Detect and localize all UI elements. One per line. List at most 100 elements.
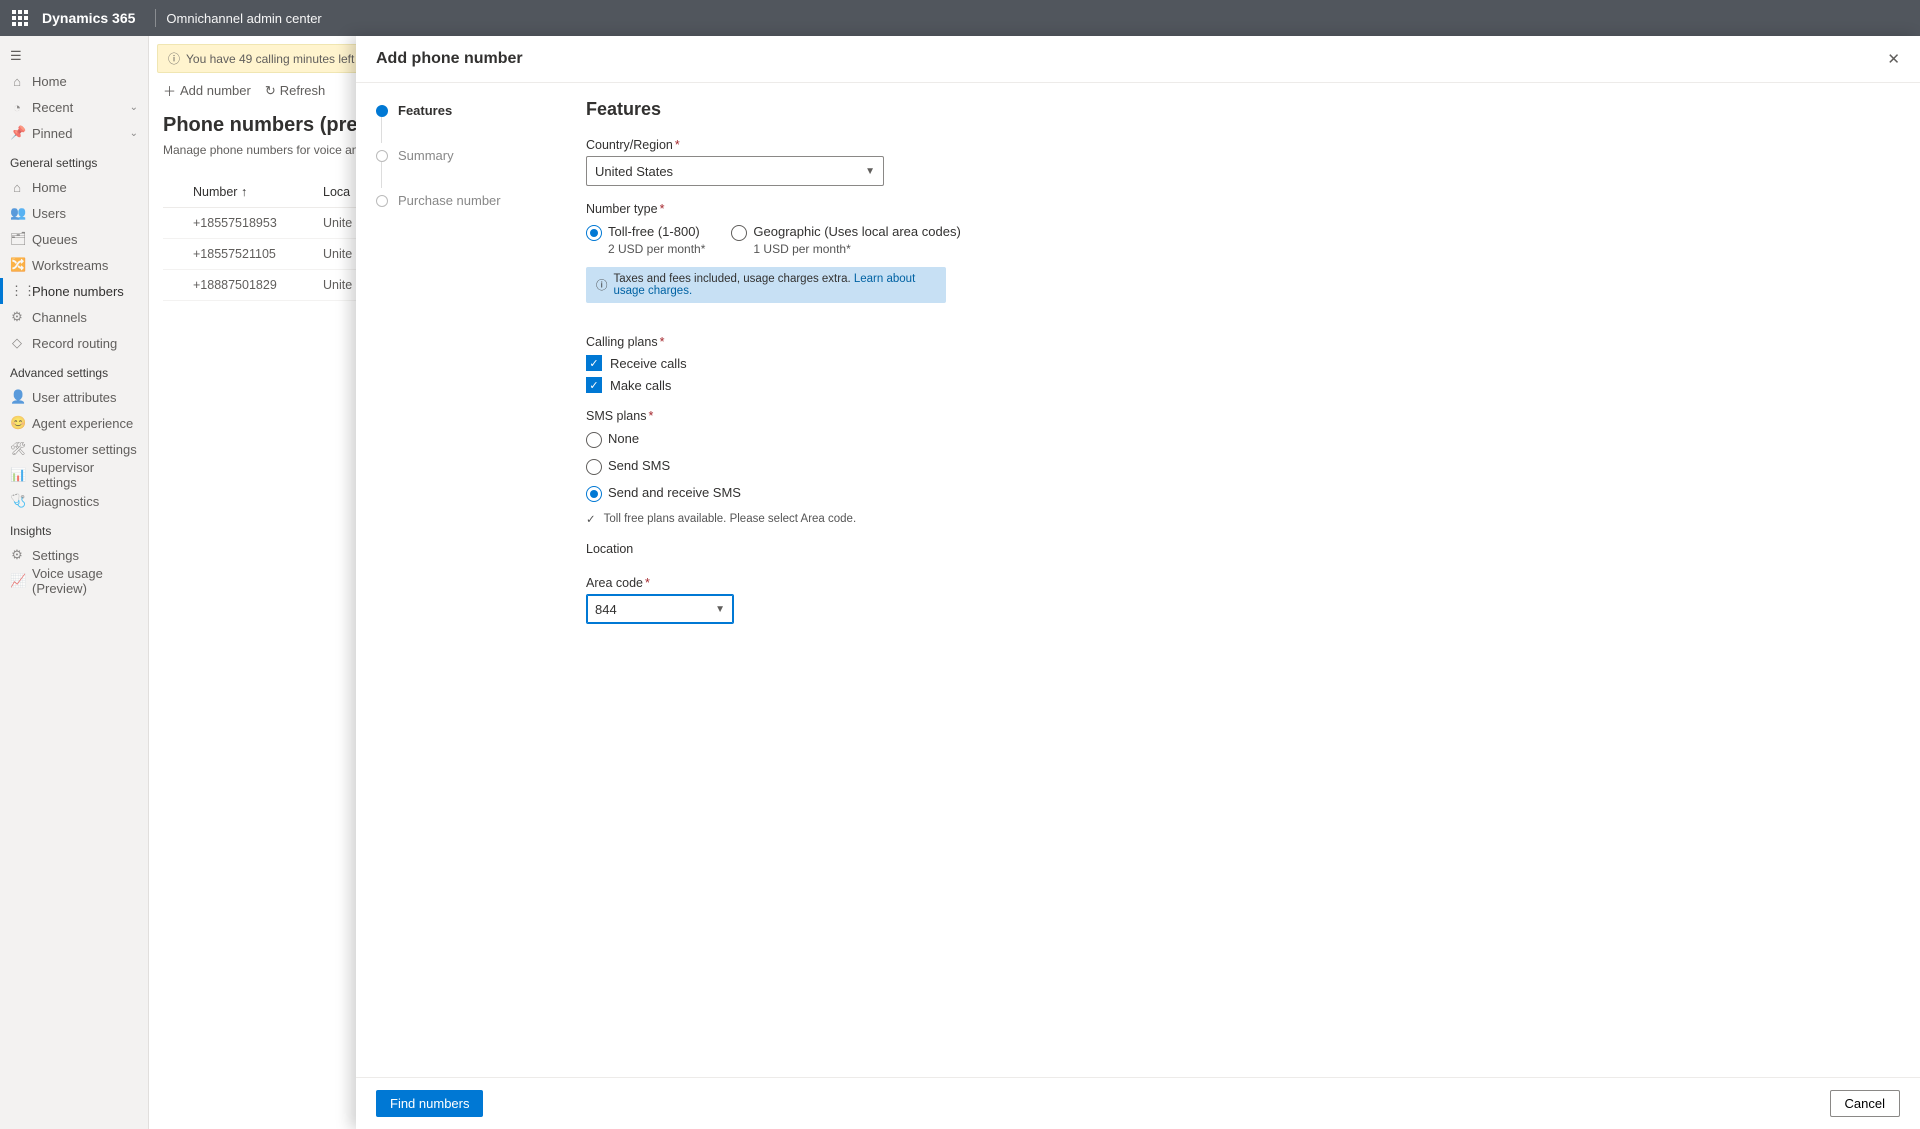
- nav-icon: ⚙: [10, 309, 24, 325]
- nav-label: Supervisor settings: [32, 460, 138, 490]
- sidebar-item-supervisor-settings[interactable]: 📊 Supervisor settings: [0, 462, 148, 488]
- app-subtitle: Omnichannel admin center: [166, 11, 321, 26]
- radio-label: Toll-free (1-800)2 USD per month*: [608, 224, 705, 257]
- check-icon: ✓: [586, 512, 596, 526]
- nav-label: Users: [32, 206, 66, 221]
- info-text: Taxes and fees included, usage charges e…: [614, 273, 854, 285]
- area-label: Area code*: [586, 576, 1186, 590]
- app-launcher-icon[interactable]: [12, 10, 28, 26]
- step-features[interactable]: Features: [376, 103, 556, 118]
- left-sidebar: ☰ ⌂Home◔Recent⌄📌Pinned⌄ General settings…: [0, 36, 149, 1129]
- sidebar-item-record-routing[interactable]: ◇ Record routing: [0, 330, 148, 356]
- section-general-settings: General settings: [0, 146, 148, 174]
- sidebar-item-user-attributes[interactable]: 👤 User attributes: [0, 384, 148, 410]
- radio-icon: [586, 432, 602, 448]
- col-number[interactable]: Number ↑: [193, 185, 323, 199]
- nav-label: Voice usage (Preview): [32, 566, 138, 596]
- area-code-select[interactable]: 844 ▼: [586, 594, 734, 624]
- sidebar-item-workstreams[interactable]: 🔀Workstreams: [0, 252, 148, 278]
- radio-icon: [731, 225, 747, 241]
- plus-icon: ＋: [163, 81, 176, 100]
- sidebar-item-users[interactable]: 👥 Users: [0, 200, 148, 226]
- add-number-button[interactable]: ＋ Add number: [163, 81, 251, 100]
- nav-label: Pinned: [32, 126, 72, 141]
- add-phone-panel: Add phone number ✕ Features Summary Purc…: [356, 36, 1920, 1129]
- refresh-label: Refresh: [280, 83, 326, 98]
- country-label: Country/Region*: [586, 138, 1186, 152]
- nav-icon: 📊: [10, 467, 24, 483]
- chevron-down-icon: ▼: [715, 604, 725, 615]
- number-type-geographic-uses-local-area-codes[interactable]: Geographic (Uses local area codes)1 USD …: [731, 224, 960, 257]
- number-type-toll-free-1-800[interactable]: Toll-free (1-800)2 USD per month*: [586, 224, 705, 257]
- sidebar-item-diagnostics[interactable]: 🩺Diagnostics: [0, 488, 148, 514]
- nav-label: Channels: [32, 310, 87, 325]
- form-heading: Features: [586, 99, 1186, 120]
- nav-label: User attributes: [32, 390, 117, 405]
- topbar-divider: [155, 9, 156, 27]
- nav-icon: ⋮⋮: [10, 283, 24, 299]
- sidebar-item-queues[interactable]: 🗂Queues: [0, 226, 148, 252]
- sidebar-item-settings[interactable]: ⚙Settings: [0, 542, 148, 568]
- cell-number: +18557518953: [193, 216, 323, 230]
- nav-label: Record routing: [32, 336, 117, 351]
- sort-up-icon: ↑: [241, 185, 247, 199]
- hamburger-icon[interactable]: ☰: [0, 44, 148, 68]
- checkbox-label: Make calls: [610, 378, 671, 393]
- usage-info: ⓘ Taxes and fees included, usage charges…: [586, 267, 946, 303]
- close-icon[interactable]: ✕: [1887, 50, 1900, 68]
- wizard-steps: Features Summary Purchase number: [356, 83, 566, 1077]
- sidebar-item-pinned[interactable]: 📌 Pinned ⌄: [0, 120, 148, 146]
- nav-label: Home: [32, 74, 67, 89]
- radio-label: None: [608, 431, 639, 447]
- nav-icon: ◇: [10, 335, 24, 351]
- product-name: Dynamics 365: [42, 10, 135, 26]
- radio-label: Send and receive SMS: [608, 485, 741, 501]
- chevron-down-icon: ⌄: [130, 128, 138, 139]
- add-number-label: Add number: [180, 83, 251, 98]
- sidebar-item-home[interactable]: ⌂Home: [0, 68, 148, 94]
- features-form: Features Country/Region* United States ▼…: [566, 83, 1206, 1077]
- sms-option-send-and-receive-sms[interactable]: Send and receive SMS: [586, 485, 1186, 502]
- cell-number: +18557521105: [193, 247, 323, 261]
- section-advanced-settings: Advanced settings: [0, 356, 148, 384]
- sidebar-item-channels[interactable]: ⚙ Channels: [0, 304, 148, 330]
- sms-option-none[interactable]: None: [586, 431, 1186, 448]
- nav-icon: ◔: [10, 100, 24, 115]
- checkbox-icon: ✓: [586, 377, 602, 393]
- checkbox-receive-calls[interactable]: ✓Receive calls: [586, 355, 1186, 371]
- country-select[interactable]: United States ▼: [586, 156, 884, 186]
- nav-icon: 👤: [10, 389, 24, 405]
- sidebar-item-phone-numbers[interactable]: ⋮⋮Phone numbers: [0, 278, 148, 304]
- number-type-label: Number type*: [586, 202, 1186, 216]
- chevron-down-icon: ⌄: [130, 102, 138, 113]
- nav-label: Customer settings: [32, 442, 137, 457]
- panel-title: Add phone number: [376, 50, 523, 68]
- cancel-button[interactable]: Cancel: [1830, 1090, 1900, 1117]
- chevron-down-icon: ▼: [865, 166, 875, 177]
- nav-icon: 🔀: [10, 257, 24, 273]
- info-icon: ⓘ: [596, 277, 608, 293]
- panel-header: Add phone number ✕: [356, 36, 1920, 83]
- calling-label: Calling plans*: [586, 335, 1186, 349]
- nav-icon: ⚙: [10, 547, 24, 563]
- nav-icon: 🛠: [10, 441, 24, 457]
- find-numbers-button[interactable]: Find numbers: [376, 1090, 483, 1117]
- sms-option-send-sms[interactable]: Send SMS: [586, 458, 1186, 475]
- app-topbar: Dynamics 365 Omnichannel admin center: [0, 0, 1920, 36]
- sidebar-item-home[interactable]: ⌂Home: [0, 174, 148, 200]
- sms-label: SMS plans*: [586, 409, 1186, 423]
- checkbox-label: Receive calls: [610, 356, 687, 371]
- nav-icon: 👥: [10, 205, 24, 221]
- step-purchase[interactable]: Purchase number: [376, 193, 556, 208]
- sidebar-item-customer-settings[interactable]: 🛠 Customer settings: [0, 436, 148, 462]
- tollfree-note: ✓ Toll free plans available. Please sele…: [586, 512, 1186, 526]
- step-summary[interactable]: Summary: [376, 148, 556, 163]
- sidebar-item-agent-experience[interactable]: 😊Agent experience: [0, 410, 148, 436]
- location-label: Location: [586, 542, 1186, 556]
- nav-icon: 📌: [10, 125, 24, 141]
- sidebar-item-recent[interactable]: ◔Recent⌄: [0, 94, 148, 120]
- refresh-button[interactable]: ↻ Refresh: [265, 83, 325, 99]
- sidebar-item-voice-usage-preview[interactable]: 📈Voice usage (Preview): [0, 568, 148, 594]
- checkbox-make-calls[interactable]: ✓ Make calls: [586, 377, 1186, 393]
- cell-number: +18887501829: [193, 278, 323, 292]
